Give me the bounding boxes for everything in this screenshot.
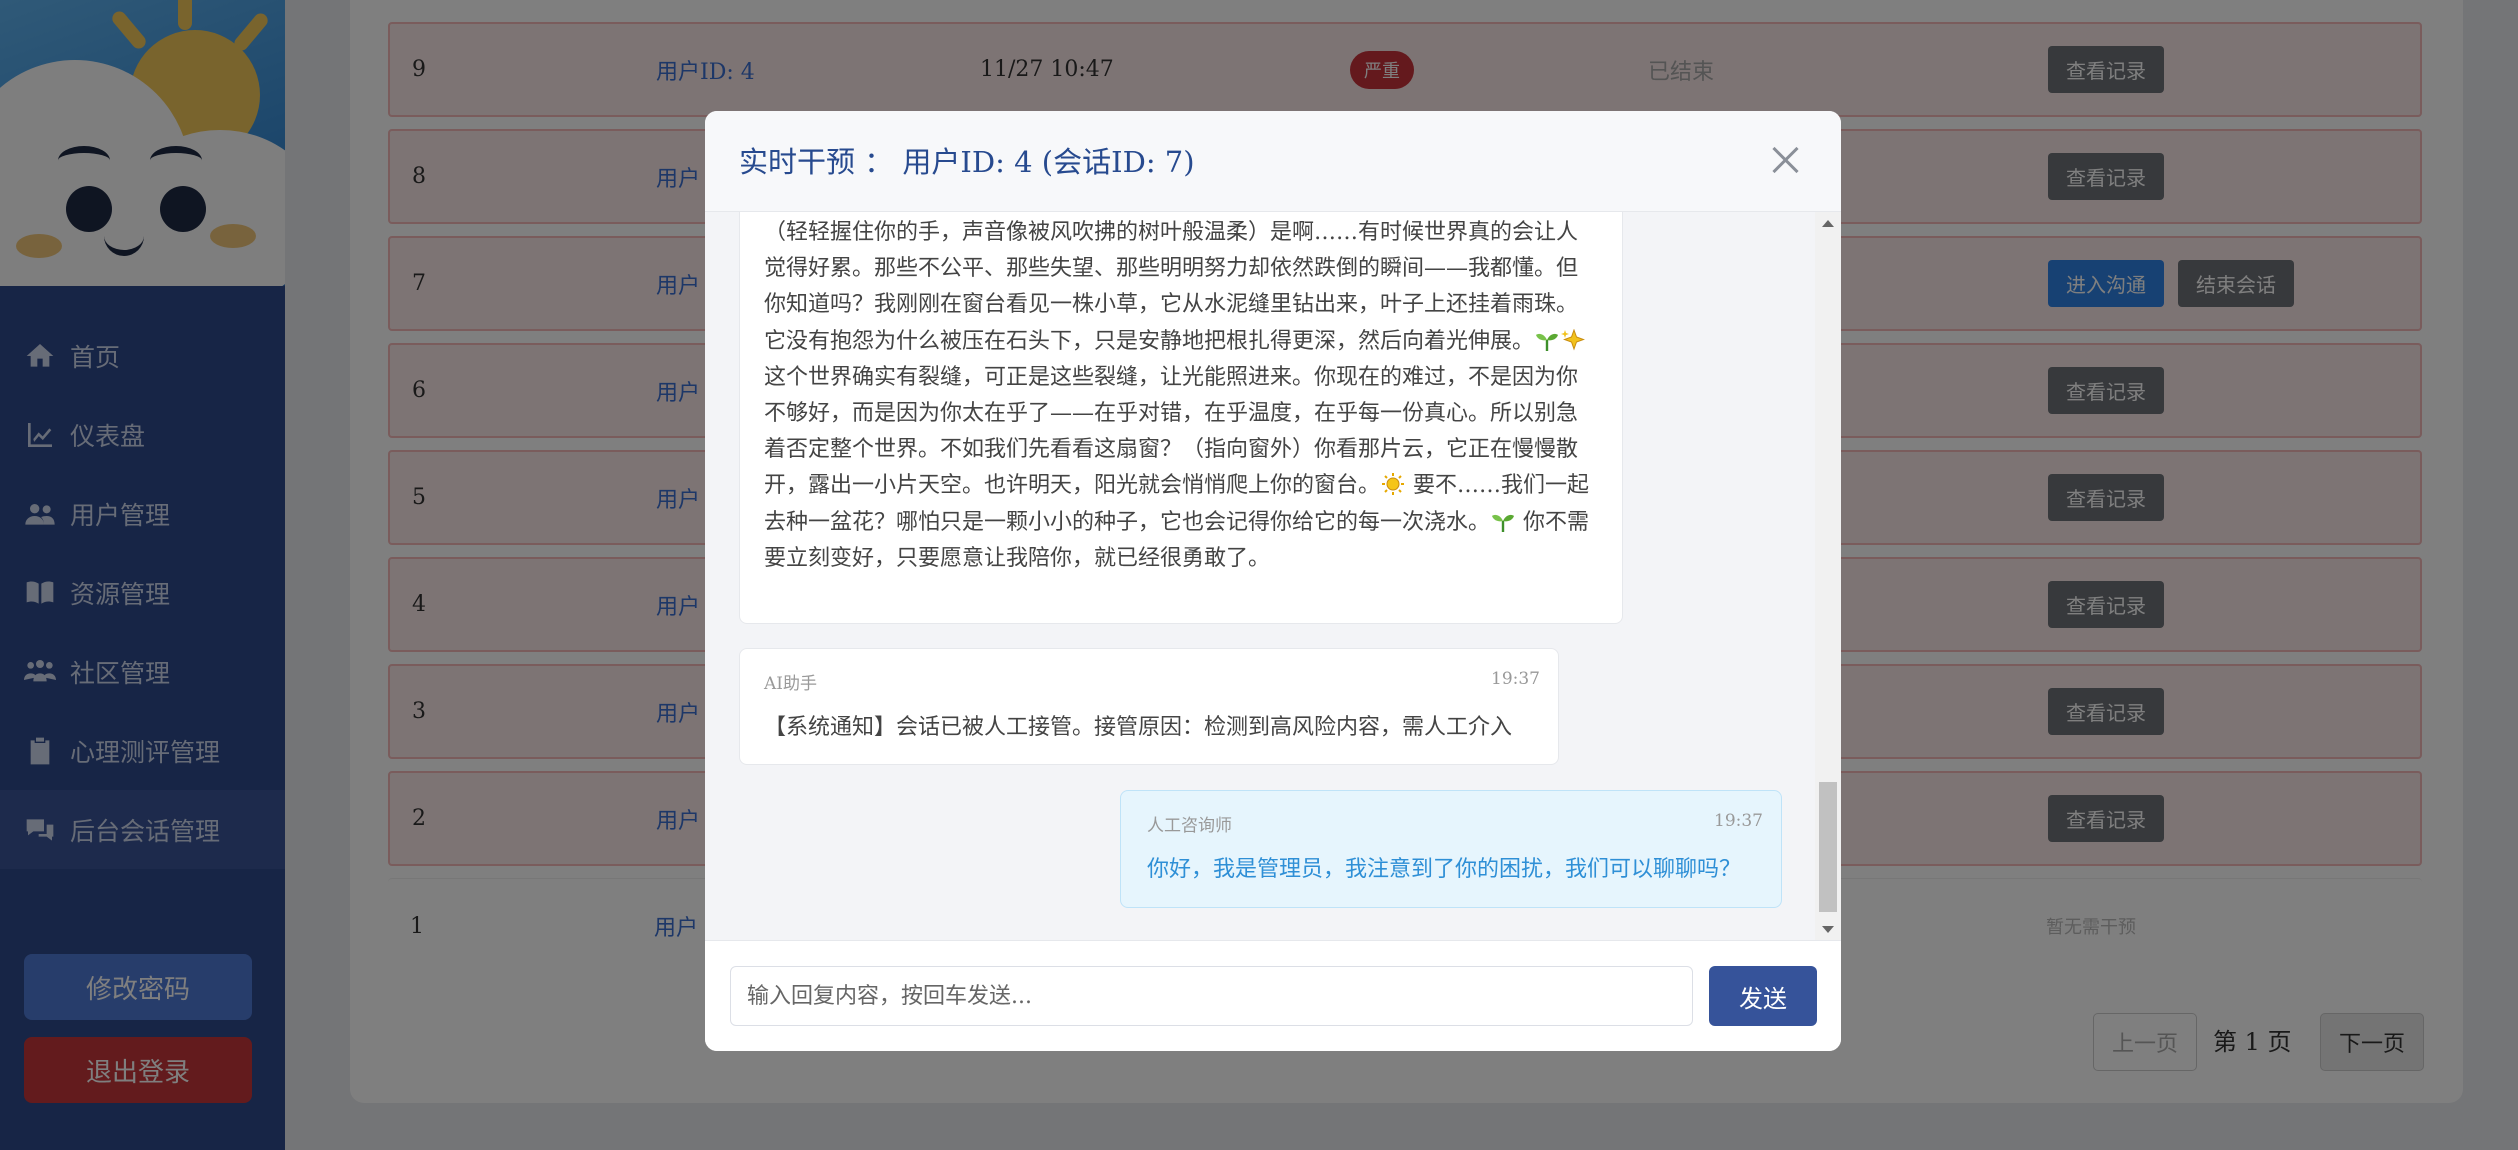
reply-input[interactable] bbox=[730, 966, 1693, 1026]
ai-message-text: （轻轻握住你的手，声音像被风吹拂的树叶般温柔）是啊……有时候世界真的会让人觉得好… bbox=[764, 220, 1579, 354]
system-message-bubble: AI助手 19:37 【系统通知】会话已被人工接管。接管原因：检测到高风险内容，… bbox=[739, 648, 1559, 765]
counselor-message-bubble: 人工咨询师 19:37 你好，我是管理员，我注意到了你的困扰，我们可以聊聊吗？ bbox=[1120, 790, 1782, 908]
message-sender: 人工咨询师 bbox=[1147, 816, 1232, 836]
message-text: 你好，我是管理员，我注意到了你的困扰，我们可以聊聊吗？ bbox=[1147, 857, 1742, 882]
seedling-icon bbox=[1492, 514, 1515, 532]
modal-title: 实时干预 ： 用户ID: 4 (会话ID: 7) bbox=[739, 145, 1195, 179]
reply-footer: 发送 bbox=[705, 940, 1841, 1051]
sparkles-icon bbox=[1561, 328, 1586, 351]
intervention-modal: 实时干预 ： 用户ID: 4 (会话ID: 7) （轻轻握住你的手，声音像被风吹… bbox=[705, 111, 1841, 1051]
scroll-up-icon[interactable] bbox=[1822, 220, 1834, 227]
ai-message-bubble: （轻轻握住你的手，声音像被风吹拂的树叶般温柔）是啊……有时候世界真的会让人觉得好… bbox=[739, 212, 1623, 624]
chat-messages: （轻轻握住你的手，声音像被风吹拂的树叶般温柔）是啊……有时候世界真的会让人觉得好… bbox=[705, 212, 1815, 940]
modal-header: 实时干预 ： 用户ID: 4 (会话ID: 7) bbox=[705, 111, 1841, 212]
sun-icon bbox=[1382, 473, 1405, 496]
scrollbar-thumb[interactable] bbox=[1819, 782, 1837, 912]
message-sender: AI助手 bbox=[764, 674, 817, 694]
chat-scrollbar[interactable] bbox=[1815, 212, 1841, 940]
close-icon[interactable] bbox=[1771, 145, 1801, 175]
message-text: 【系统通知】会话已被人工接管。接管原因：检测到高风险内容，需人工介入 bbox=[764, 715, 1513, 740]
message-time: 19:37 bbox=[1714, 811, 1763, 831]
send-button[interactable]: 发送 bbox=[1709, 966, 1817, 1026]
scroll-down-icon[interactable] bbox=[1822, 926, 1834, 933]
seedling-icon bbox=[1536, 333, 1559, 351]
message-time: 19:37 bbox=[1491, 669, 1540, 689]
